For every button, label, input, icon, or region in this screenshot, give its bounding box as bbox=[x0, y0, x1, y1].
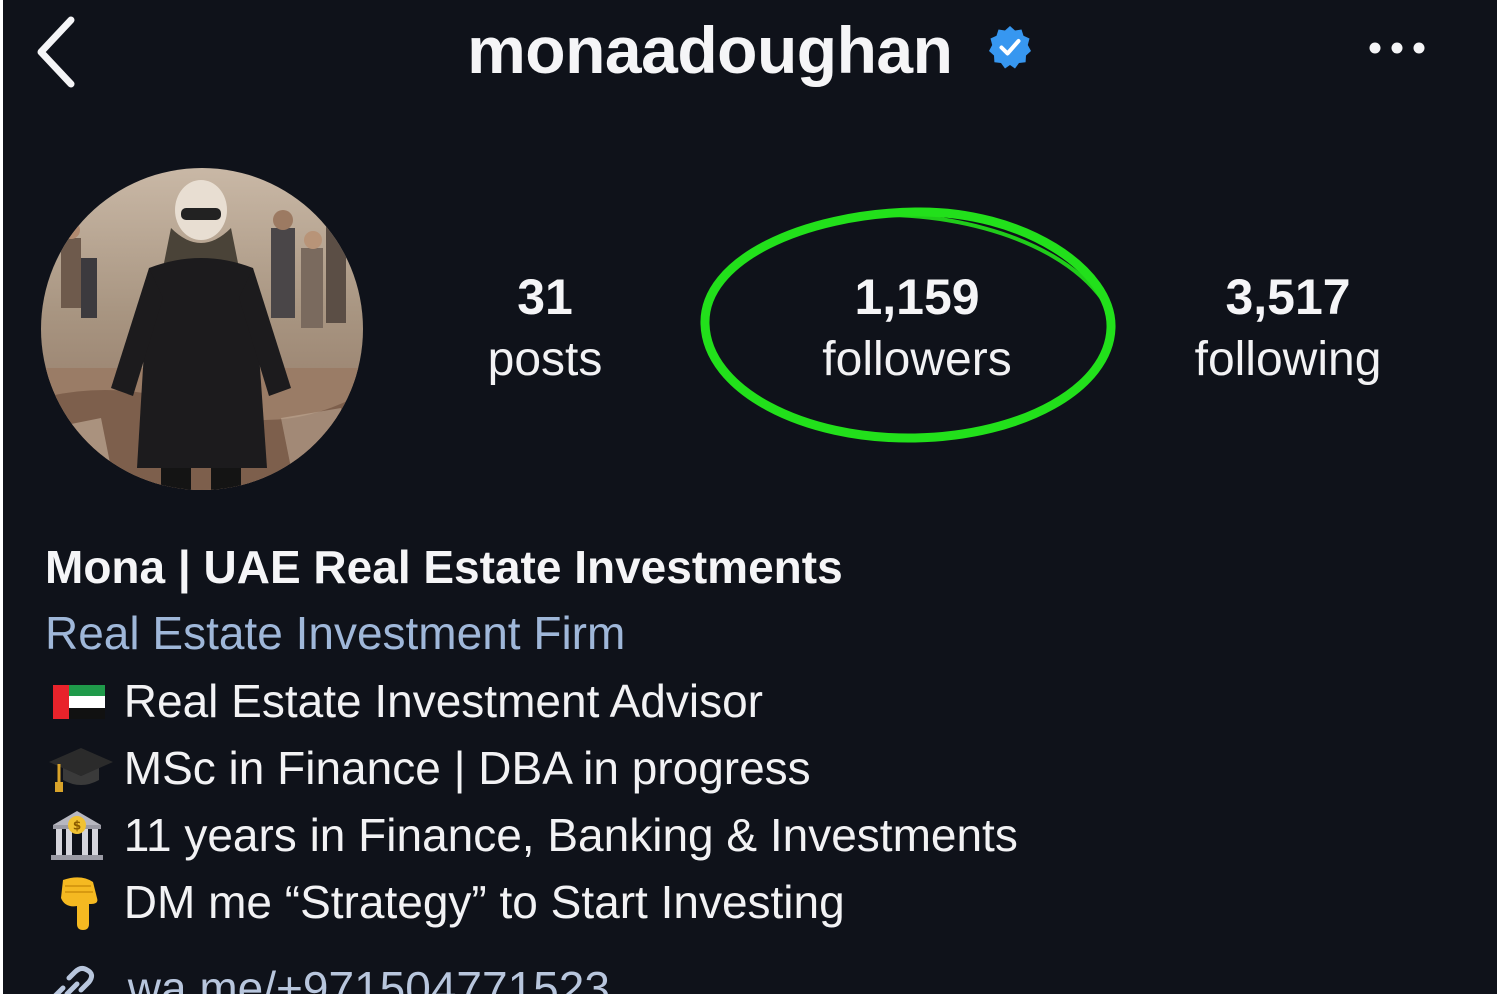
profile-bio: Mona | UAE Real Estate Investments Real … bbox=[45, 536, 1475, 936]
svg-text:$: $ bbox=[73, 818, 81, 832]
link-icon bbox=[45, 964, 99, 994]
verified-badge-icon bbox=[987, 24, 1033, 70]
bio-line-education: MSc in Finance | DBA in progress bbox=[45, 735, 1475, 802]
bio-line-text: 11 years in Finance, Banking & Investmen… bbox=[123, 809, 1018, 861]
more-horizontal-icon bbox=[1369, 42, 1425, 54]
graduation-cap-icon bbox=[45, 740, 117, 796]
uae-flag-icon bbox=[45, 673, 111, 729]
bio-link-text: wa.me/+971504771523 bbox=[127, 962, 610, 994]
bio-display-name: Mona | UAE Real Estate Investments bbox=[45, 541, 843, 593]
following-label: following bbox=[1194, 333, 1382, 386]
followers-label: followers bbox=[822, 333, 1012, 386]
followers-count: 1,159 bbox=[854, 269, 980, 325]
profile-avatar[interactable] bbox=[41, 168, 363, 490]
bio-line-cta: DM me “Strategy” to Start Investing bbox=[45, 869, 1475, 936]
following-count: 3,517 bbox=[1225, 269, 1351, 325]
bio-line-text: Real Estate Investment Advisor bbox=[123, 675, 763, 727]
posts-label: posts bbox=[487, 333, 603, 386]
avatar-photo bbox=[41, 168, 363, 490]
bank-icon: $ bbox=[45, 807, 111, 863]
posts-count: 31 bbox=[517, 269, 573, 325]
bio-link[interactable]: wa.me/+971504771523 bbox=[45, 958, 610, 994]
bio-category[interactable]: Real Estate Investment Firm bbox=[45, 598, 1475, 668]
following-stat[interactable]: 3,517 following bbox=[1158, 266, 1418, 392]
profile-screen: monaadoughan 31 posts 1,159 followers 3,… bbox=[3, 0, 1497, 994]
bio-line-text: DM me “Strategy” to Start Investing bbox=[123, 876, 845, 928]
bio-line-experience: $ 11 years in Finance, Banking & Investm… bbox=[45, 802, 1475, 869]
posts-stat[interactable]: 31 posts bbox=[415, 266, 675, 392]
bio-line-text: MSc in Finance | DBA in progress bbox=[123, 742, 811, 794]
more-options-button[interactable] bbox=[1363, 30, 1433, 66]
bio-line-advisor: Real Estate Investment Advisor bbox=[45, 668, 1475, 735]
followers-stat[interactable]: 1,159 followers bbox=[787, 266, 1047, 392]
pointing-down-hand-icon bbox=[45, 874, 117, 930]
profile-header: monaadoughan bbox=[3, 8, 1497, 98]
profile-username: monaadoughan bbox=[467, 13, 953, 87]
